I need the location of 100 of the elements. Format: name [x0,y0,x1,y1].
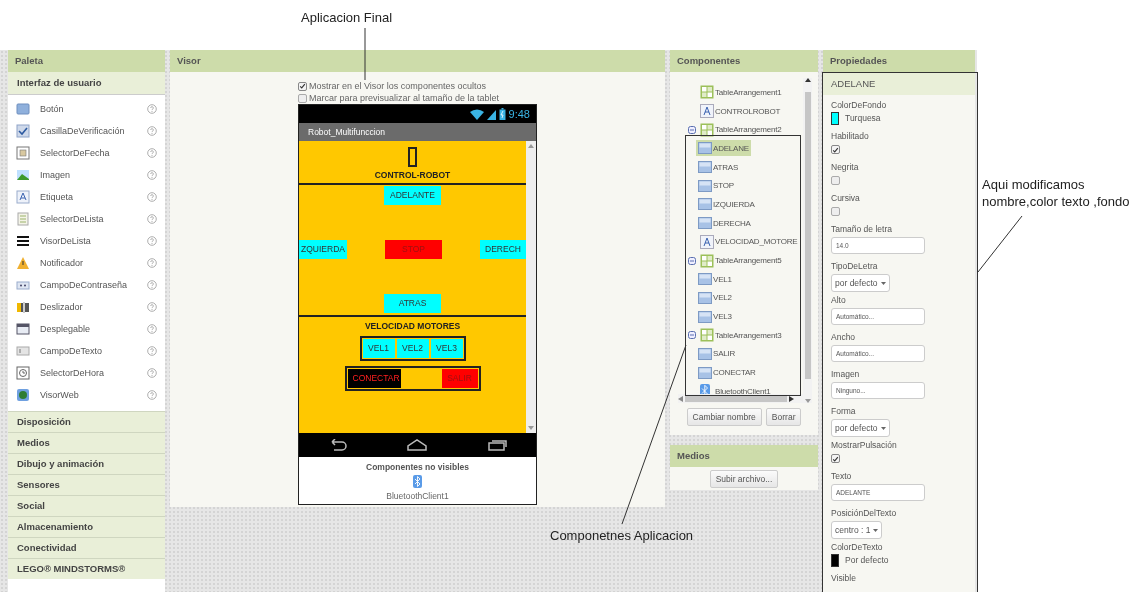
checkbox[interactable] [831,145,840,154]
tree-item[interactable]: TableArrangement5 [698,252,784,269]
palette-item[interactable]: CampoDeContraseña [8,274,165,296]
home-icon[interactable] [406,439,429,451]
calendar-icon [16,146,30,160]
palette-category[interactable]: Social [8,495,165,516]
tree-item[interactable]: VEL1 [696,271,734,288]
property-label: PosiciónDelTexto [831,508,897,519]
help-icon[interactable] [147,104,157,114]
tree-item[interactable]: CONTROLROBOT [698,103,783,120]
help-icon[interactable] [147,324,157,334]
tree-item[interactable]: TableArrangement2 [698,121,784,138]
app-button[interactable]: CONECTAR [347,369,401,388]
palette-item[interactable]: VisorWeb [8,384,165,406]
palette-item[interactable]: Notificador [8,252,165,274]
upload-button[interactable]: Subir archivo... [709,469,779,488]
color-swatch[interactable] [831,111,839,125]
property-label: MostrarPulsación [831,440,897,451]
help-icon[interactable] [147,126,157,136]
action-button[interactable]: Borrar [765,408,802,426]
palette-item[interactable]: SelectorDeFecha [8,142,165,164]
app-button[interactable]: VEL1 [362,339,395,358]
palette-item[interactable]: Desplegable [8,318,165,340]
battery-icon [498,108,506,120]
app-button[interactable]: VEL3 [430,339,463,358]
palette-item[interactable]: SelectorDeLista [8,208,165,230]
scrollbar[interactable] [526,141,536,433]
palette-category[interactable]: Interfaz de usuario [8,72,165,95]
help-icon[interactable] [147,170,157,180]
help-icon[interactable] [147,214,157,224]
palette-item[interactable]: Etiqueta [8,186,165,208]
palette-item[interactable]: VisorDeLista [8,230,165,252]
collapse-icon[interactable] [688,125,696,134]
back-icon[interactable] [328,439,349,451]
tree-item[interactable]: CONECTAR [696,364,758,381]
checkbox[interactable] [831,454,840,463]
button-icon [698,216,712,231]
tree-item[interactable]: TableArrangement3 [698,327,784,344]
property-label: ColorDeFondo [831,100,887,111]
help-icon[interactable] [147,236,157,246]
tree-item[interactable]: ADELANE [696,140,751,157]
dropdown[interactable]: por defecto [831,274,890,292]
tree-item[interactable]: ATRAS [696,159,741,176]
palette-category[interactable]: Dibujo y animación [8,453,165,474]
tree-item[interactable]: VEL2 [696,289,734,306]
app-button[interactable]: ATRAS [384,294,441,313]
property-label: Texto [831,471,852,482]
help-icon[interactable] [147,390,157,400]
color-swatch[interactable] [831,553,839,567]
checkbox[interactable] [298,81,307,91]
horizontal-scrollbar[interactable] [678,394,803,403]
palette-item[interactable]: CasillaDeVerificación [8,120,165,142]
palette-category[interactable]: Medios [8,432,165,453]
tree-item[interactable]: STOP [696,177,736,194]
dropdown[interactable]: centro : 1 [831,521,883,539]
recent-apps-icon[interactable] [486,439,507,451]
help-icon[interactable] [147,346,157,356]
palette-item[interactable]: Imagen [8,164,165,186]
action-button[interactable]: Cambiar nombre [686,408,762,426]
dropdown[interactable]: por defecto [831,419,890,437]
palette-category[interactable]: Conectividad [8,537,165,558]
vertical-scrollbar[interactable] [803,78,812,403]
button-icon [698,160,712,175]
tree-item[interactable]: VELOCIDAD_MOTORE [698,233,800,250]
palette-category[interactable]: Almacenamiento [8,516,165,537]
table-icon [700,253,714,268]
collapse-icon[interactable] [688,331,696,340]
tree-item[interactable]: VEL3 [696,308,734,325]
button-icon [698,141,712,156]
tree-item[interactable]: SALIR [696,345,738,362]
app-button[interactable]: DERECH [480,240,526,259]
color-name: Por defecto [845,555,889,565]
tree-item[interactable]: DERECHA [696,215,753,232]
tree-item[interactable]: TableArrangement1 [698,84,784,101]
help-icon[interactable] [147,280,157,290]
help-icon[interactable] [147,148,157,158]
tree-item[interactable]: IZQUIERDA [696,196,757,213]
palette-item[interactable]: CampoDeTexto [8,340,165,362]
palette-category[interactable]: Sensores [8,474,165,495]
checkbox[interactable] [831,207,840,216]
help-icon[interactable] [147,302,157,312]
app-button[interactable]: ZQUIERDA [299,240,347,259]
app-button[interactable]: VEL2 [396,339,429,358]
palette-category[interactable]: LEGO® MINDSTORMS® [8,558,165,579]
caret-icon [873,528,879,532]
collapse-icon[interactable] [688,256,696,265]
annotation-text: Aplicacion Final [301,10,393,25]
help-icon[interactable] [147,192,157,202]
app-button[interactable]: ADELANTE [384,186,441,205]
palette-item[interactable]: Deslizador [8,296,165,318]
clock-icon [16,366,30,380]
checkbox[interactable] [298,93,307,103]
checkbox[interactable] [831,176,840,185]
help-icon[interactable] [147,368,157,378]
palette-item[interactable]: SelectorDeHora [8,362,165,384]
help-icon[interactable] [147,258,157,268]
palette-category[interactable]: Disposición [8,411,165,432]
globe-icon [16,388,30,402]
palette-item[interactable]: Botón [8,98,165,120]
slider-icon [16,300,30,314]
